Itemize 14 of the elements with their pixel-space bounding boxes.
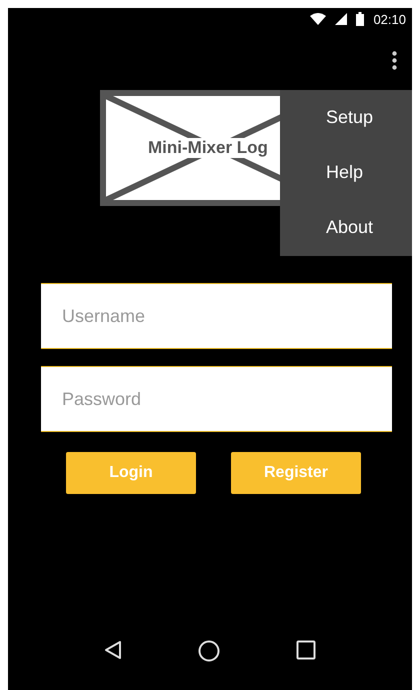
overflow-menu-icon[interactable] — [392, 50, 397, 70]
password-field[interactable]: Password — [41, 366, 392, 432]
battery-icon — [356, 12, 364, 26]
menu-item[interactable]: About — [280, 200, 412, 255]
recents-icon[interactable] — [296, 640, 316, 660]
back-icon[interactable] — [104, 640, 122, 660]
logo-text: Mini-Mixer Log — [146, 138, 270, 158]
home-icon[interactable] — [198, 640, 220, 662]
status-time: 02:10 — [373, 12, 406, 26]
username-field[interactable]: Username — [41, 283, 392, 349]
wifi-icon — [310, 13, 326, 25]
signal-icon — [335, 13, 348, 25]
menu-item[interactable]: Help — [280, 145, 412, 200]
menu-item[interactable]: Setup — [280, 90, 412, 145]
